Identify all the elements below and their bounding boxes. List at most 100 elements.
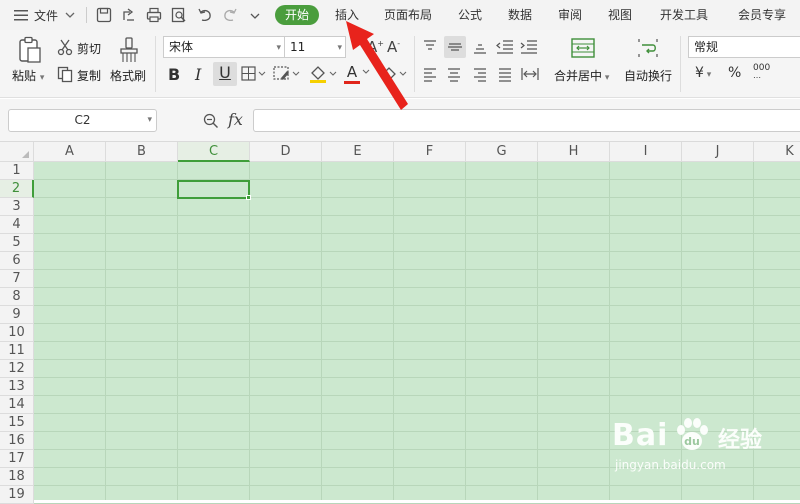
copy-icon[interactable] xyxy=(56,65,74,83)
row-header-1[interactable]: 1 xyxy=(0,162,34,180)
print-icon[interactable] xyxy=(145,6,163,24)
fill-handle[interactable] xyxy=(246,195,251,200)
font-size-select[interactable]: 11 ▾ xyxy=(284,36,346,58)
number-format-select[interactable]: 常规 xyxy=(688,36,800,58)
column-header-b[interactable]: B xyxy=(106,142,178,162)
distributed-align-icon[interactable] xyxy=(521,66,539,82)
paste-button[interactable]: 粘贴 ▾ xyxy=(12,67,44,84)
fill-color-icon[interactable] xyxy=(308,64,338,84)
row-header-4[interactable]: 4 xyxy=(0,216,34,234)
row-header-17[interactable]: 17 xyxy=(0,450,34,468)
grid-row-line xyxy=(34,377,800,378)
merge-center-icon[interactable] xyxy=(570,36,596,60)
fx-button[interactable]: fx xyxy=(228,110,243,129)
row-header-12[interactable]: 12 xyxy=(0,360,34,378)
cell-style-icon[interactable] xyxy=(273,65,301,83)
grid-row-line xyxy=(34,269,800,270)
cut-icon[interactable] xyxy=(56,38,74,56)
row-header-15[interactable]: 15 xyxy=(0,414,34,432)
column-header-i[interactable]: I xyxy=(610,142,682,162)
decrease-indent-icon[interactable] xyxy=(496,39,514,55)
baidu-jingyan-watermark: Bai du 经验 jingyan.baidu.com xyxy=(612,410,792,480)
name-box-value: C2 xyxy=(74,113,91,127)
undo-icon[interactable] xyxy=(196,6,214,24)
column-header-d[interactable]: D xyxy=(250,142,322,162)
wrap-text-icon[interactable] xyxy=(636,36,660,60)
paw-logo-icon: du xyxy=(677,418,708,450)
column-header-k[interactable]: K xyxy=(754,142,800,162)
merge-center-button[interactable]: 合并居中 ▾ xyxy=(554,67,609,84)
row-header-11[interactable]: 11 xyxy=(0,342,34,360)
grid-row-line xyxy=(34,485,800,486)
align-left-icon[interactable] xyxy=(422,66,438,82)
cut-button[interactable]: 剪切 xyxy=(77,40,101,57)
row-header-8[interactable]: 8 xyxy=(0,288,34,306)
print-preview-icon[interactable] xyxy=(170,6,188,24)
row-header-3[interactable]: 3 xyxy=(0,198,34,216)
column-header-a[interactable]: A xyxy=(34,142,106,162)
align-bottom-icon[interactable] xyxy=(472,39,488,55)
file-menu-label: 文件 xyxy=(34,8,59,23)
save-icon[interactable] xyxy=(95,6,113,24)
align-top-icon[interactable] xyxy=(422,39,438,55)
divider xyxy=(155,36,156,92)
row-header-2[interactable]: 2 xyxy=(0,180,34,198)
border-icon[interactable] xyxy=(241,66,267,82)
export-icon[interactable] xyxy=(120,6,138,24)
column-header-j[interactable]: J xyxy=(682,142,754,162)
wrap-text-button[interactable]: 自动换行 xyxy=(624,67,672,84)
align-center-icon[interactable] xyxy=(446,66,462,82)
active-cell-selection[interactable] xyxy=(177,180,250,199)
row-header-18[interactable]: 18 xyxy=(0,468,34,486)
justify-icon[interactable] xyxy=(497,66,513,82)
paste-icon[interactable] xyxy=(17,36,43,64)
row-header-16[interactable]: 16 xyxy=(0,432,34,450)
row-header-5[interactable]: 5 xyxy=(0,234,34,252)
column-header-h[interactable]: H xyxy=(538,142,610,162)
row-header-10[interactable]: 10 xyxy=(0,324,34,342)
merge-center-label: 合并居中 xyxy=(554,69,603,83)
column-header-f[interactable]: F xyxy=(394,142,466,162)
row-header-6[interactable]: 6 xyxy=(0,252,34,270)
format-painter-button[interactable]: 格式刷 xyxy=(110,67,146,84)
formula-input[interactable] xyxy=(253,109,800,132)
increase-indent-icon[interactable] xyxy=(520,39,538,55)
format-painter-icon[interactable] xyxy=(118,36,140,64)
customize-toolbar-icon[interactable] xyxy=(246,6,264,24)
column-header-e[interactable]: E xyxy=(322,142,394,162)
tab-home[interactable]: 开始 xyxy=(275,5,320,25)
align-right-icon[interactable] xyxy=(472,66,488,82)
italic-button[interactable]: I xyxy=(195,65,201,84)
thousands-separator-button[interactable]: 000 ⋯ xyxy=(753,64,770,83)
row-header-14[interactable]: 14 xyxy=(0,396,34,414)
tab-developer[interactable]: 开发工具 xyxy=(660,5,708,25)
name-box[interactable]: C2 ▾ xyxy=(8,109,157,132)
column-header-g[interactable]: G xyxy=(466,142,538,162)
copy-button[interactable]: 复制 xyxy=(77,67,101,84)
zoom-search-icon[interactable] xyxy=(202,112,220,130)
redo-icon[interactable] xyxy=(221,6,239,24)
tab-member[interactable]: 会员专享 xyxy=(738,5,786,25)
tab-formulas[interactable]: 公式 xyxy=(458,5,482,25)
currency-button[interactable]: ¥ ▾ xyxy=(695,65,711,81)
grid-row-line xyxy=(34,251,800,252)
watermark-brand-suffix: 经验 xyxy=(718,428,763,453)
grid-row-line xyxy=(34,233,800,234)
font-name-select[interactable]: 宋体 ▾ xyxy=(163,36,285,58)
row-header-13[interactable]: 13 xyxy=(0,378,34,396)
grid-row-line xyxy=(34,287,800,288)
bold-button[interactable]: B xyxy=(168,65,180,84)
tab-review[interactable]: 审阅 xyxy=(558,5,582,25)
row-header-9[interactable]: 9 xyxy=(0,306,34,324)
underline-button[interactable]: U xyxy=(213,62,237,86)
row-header-7[interactable]: 7 xyxy=(0,270,34,288)
align-middle-icon[interactable] xyxy=(444,36,466,58)
row-header-19[interactable]: 19 xyxy=(0,486,34,504)
tab-data[interactable]: 数据 xyxy=(508,5,532,25)
file-menu-button[interactable]: 文件 xyxy=(14,4,76,26)
column-header-c[interactable]: C xyxy=(178,142,250,162)
tab-view[interactable]: 视图 xyxy=(608,5,632,25)
percent-button[interactable]: % xyxy=(728,65,741,81)
annotation-arrow-icon xyxy=(346,21,408,110)
select-all-corner[interactable] xyxy=(0,142,34,162)
